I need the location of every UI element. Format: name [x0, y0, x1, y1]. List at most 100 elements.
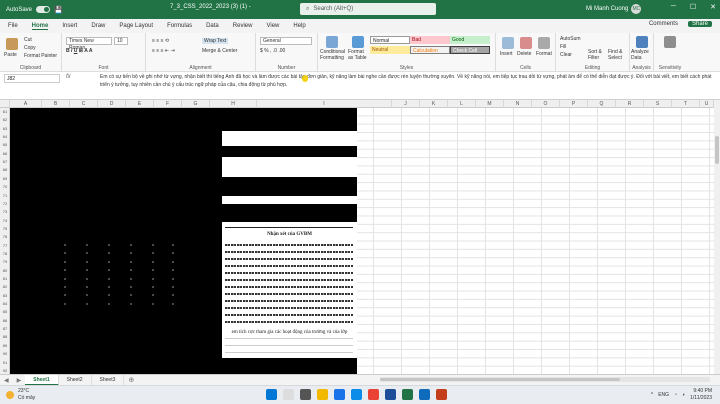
- save-icon[interactable]: 💾: [54, 6, 63, 14]
- row-header-80[interactable]: 80: [0, 268, 9, 273]
- row-header-76[interactable]: 76: [0, 234, 9, 239]
- row-header-82[interactable]: 82: [0, 284, 9, 289]
- row-header-71[interactable]: 71: [0, 193, 9, 198]
- edge-icon[interactable]: [351, 389, 362, 400]
- font-size-select[interactable]: 10: [114, 37, 128, 45]
- format-as-table-button[interactable]: Format as Table: [348, 49, 370, 61]
- column-header-q[interactable]: Q: [588, 100, 616, 108]
- column-header-n[interactable]: N: [504, 100, 532, 108]
- sheet-tab-sheet1[interactable]: Sheet1: [25, 374, 59, 386]
- file-explorer-icon[interactable]: [317, 389, 328, 400]
- align-left-icon[interactable]: ≡ ≡ ≡ ⇤ ⇥: [152, 48, 175, 54]
- insert-button[interactable]: Insert: [500, 51, 513, 57]
- column-header-f[interactable]: F: [154, 100, 182, 108]
- name-box[interactable]: J82: [4, 74, 60, 83]
- conditional-formatting-button[interactable]: Conditional Formatting: [320, 49, 346, 61]
- add-sheet-icon[interactable]: ⊕: [124, 376, 138, 384]
- powerpoint-icon[interactable]: [436, 389, 447, 400]
- row-header-70[interactable]: 70: [0, 184, 9, 189]
- merge-center-button[interactable]: Merge & Center: [202, 48, 237, 54]
- select-all-corner[interactable]: [0, 100, 10, 108]
- horizontal-scrollbar[interactable]: [380, 377, 710, 382]
- row-header-64[interactable]: 64: [0, 134, 9, 139]
- share-button[interactable]: Share: [687, 21, 712, 27]
- paste-icon[interactable]: [6, 38, 18, 50]
- row-header-92[interactable]: 92: [0, 368, 9, 373]
- minimize-icon[interactable]: ─: [671, 3, 676, 11]
- row-header-61[interactable]: 61: [0, 109, 9, 114]
- autosum-button[interactable]: AutoSum: [560, 36, 581, 42]
- row-header-86[interactable]: 86: [0, 318, 9, 323]
- chrome-icon[interactable]: [368, 389, 379, 400]
- autosave-toggle[interactable]: [36, 6, 51, 13]
- column-header-h[interactable]: H: [210, 100, 257, 108]
- excel-icon[interactable]: [402, 389, 413, 400]
- column-header-c[interactable]: C: [70, 100, 98, 108]
- chevron-up-icon[interactable]: ^: [651, 392, 653, 398]
- menu-insert[interactable]: Insert: [62, 23, 77, 29]
- paste-button[interactable]: Paste: [4, 52, 17, 58]
- menu-help[interactable]: Help: [293, 23, 305, 29]
- delete-button[interactable]: Delete: [517, 51, 531, 57]
- column-header-u[interactable]: U: [700, 100, 714, 108]
- style-normal[interactable]: Normal: [370, 36, 410, 44]
- column-header-k[interactable]: K: [420, 100, 448, 108]
- row-header-85[interactable]: 85: [0, 309, 9, 314]
- currency-icon[interactable]: $ % , .0 .00: [260, 48, 285, 54]
- next-sheet-icon[interactable]: ▶: [13, 377, 26, 384]
- column-header-b[interactable]: B: [42, 100, 70, 108]
- comments-button[interactable]: Comments: [649, 21, 678, 27]
- maximize-icon[interactable]: ☐: [690, 3, 696, 11]
- zalo-icon[interactable]: [334, 389, 345, 400]
- column-header-o[interactable]: O: [532, 100, 560, 108]
- wifi-icon[interactable]: ◔: [674, 392, 677, 398]
- row-header-66[interactable]: 66: [0, 151, 9, 156]
- row-header-90[interactable]: 90: [0, 351, 9, 356]
- menu-data[interactable]: Data: [206, 23, 219, 29]
- style-good[interactable]: Good: [450, 36, 490, 44]
- row-header-75[interactable]: 75: [0, 226, 9, 231]
- menu-review[interactable]: Review: [233, 23, 253, 29]
- language-indicator[interactable]: ENG: [658, 392, 669, 398]
- weather-widget[interactable]: 23°C Có mây: [6, 388, 35, 402]
- bold-button[interactable]: B I U ⊞ A A: [66, 48, 92, 54]
- menu-file[interactable]: File: [8, 23, 18, 29]
- column-header-e[interactable]: E: [126, 100, 154, 108]
- row-header-69[interactable]: 69: [0, 176, 9, 181]
- scroll-thumb[interactable]: [715, 136, 719, 164]
- row-header-84[interactable]: 84: [0, 301, 9, 306]
- hscroll-thumb[interactable]: [380, 378, 620, 381]
- clock[interactable]: 9:40 PM 1/11/2023: [690, 388, 712, 402]
- column-header-m[interactable]: M: [476, 100, 504, 108]
- row-header-91[interactable]: 91: [0, 360, 9, 365]
- close-icon[interactable]: ✕: [710, 3, 716, 11]
- menu-page-layout[interactable]: Page Layout: [119, 23, 153, 29]
- sensitivity-icon[interactable]: [664, 36, 676, 48]
- style-bad[interactable]: Bad: [410, 36, 450, 44]
- row-header-87[interactable]: 87: [0, 326, 9, 331]
- column-header-a[interactable]: A: [10, 100, 42, 108]
- vertical-scrollbar[interactable]: [714, 100, 720, 374]
- menu-home[interactable]: Home: [31, 23, 49, 30]
- copy-button[interactable]: Copy: [24, 45, 36, 51]
- row-header-67[interactable]: 67: [0, 159, 9, 164]
- row-header-68[interactable]: 68: [0, 167, 9, 172]
- row-header-83[interactable]: 83: [0, 293, 9, 298]
- prev-sheet-icon[interactable]: ◀: [0, 377, 13, 384]
- row-header-79[interactable]: 79: [0, 259, 9, 264]
- menu-draw[interactable]: Draw: [91, 23, 105, 29]
- row-header-81[interactable]: 81: [0, 276, 9, 281]
- format-as-table-icon[interactable]: [352, 36, 364, 48]
- clear-button[interactable]: Clear: [560, 52, 572, 58]
- row-header-63[interactable]: 63: [0, 126, 9, 131]
- style-calculation[interactable]: Calculation: [410, 46, 450, 54]
- row-header-77[interactable]: 77: [0, 243, 9, 248]
- formula-input[interactable]: Em có sự tiến bộ về ghi nhớ từ vựng, nhậ…: [100, 73, 712, 89]
- row-header-62[interactable]: 62: [0, 117, 9, 122]
- column-header-j[interactable]: J: [392, 100, 420, 108]
- fx-icon[interactable]: fx: [66, 74, 71, 80]
- row-header-65[interactable]: 65: [0, 142, 9, 147]
- volume-icon[interactable]: ◖: [682, 392, 685, 398]
- conditional-formatting-icon[interactable]: [326, 36, 338, 48]
- row-header-74[interactable]: 74: [0, 218, 9, 223]
